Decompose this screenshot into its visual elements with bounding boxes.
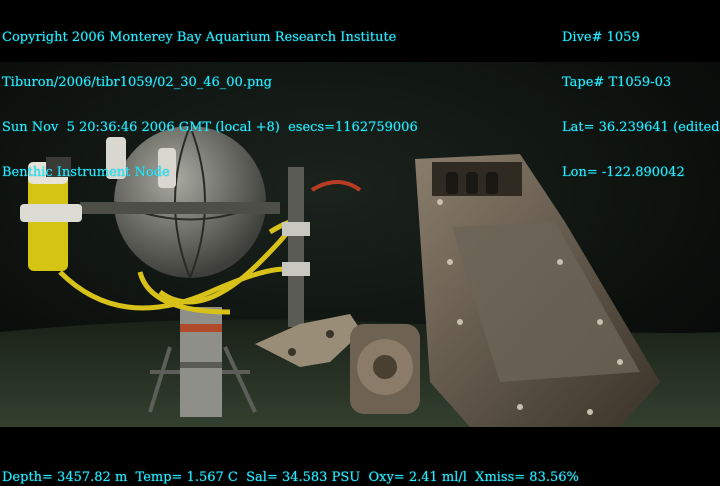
filename-line: Tiburon/2006/tibr1059/02_30_46_00.png xyxy=(2,75,272,90)
copyright-line: Copyright 2006 Monterey Bay Aquarium Res… xyxy=(2,30,397,45)
subject-line: Benthic Instrument Node xyxy=(2,165,170,180)
tape-line: Tape# T1059-03 xyxy=(562,75,672,90)
latitude-line: Lat= 36.239641 (edited) xyxy=(562,120,720,135)
video-frame: Copyright 2006 Monterey Bay Aquarium Res… xyxy=(0,0,720,486)
longitude-line: Lon= -122.890042 xyxy=(562,165,685,180)
overlay-top-right: Dive# 1059 Tape# T1059-03 Lat= 36.239641… xyxy=(562,0,720,210)
timestamp-line: Sun Nov 5 20:36:46 2006 GMT (local +8) e… xyxy=(2,120,418,135)
dive-line: Dive# 1059 xyxy=(562,30,640,45)
overlay-bottom-telemetry: Depth= 3457.82 m Temp= 1.567 C Sal= 34.5… xyxy=(2,470,579,485)
overlay-top-left: Copyright 2006 Monterey Bay Aquarium Res… xyxy=(2,0,418,210)
